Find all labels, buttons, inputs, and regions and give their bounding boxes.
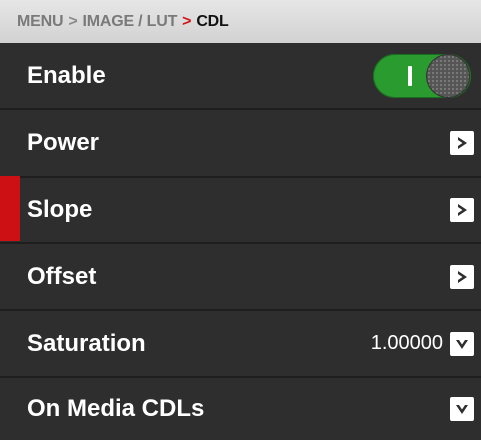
enable-toggle[interactable] — [373, 54, 471, 98]
row-label-slope: Slope — [27, 196, 93, 223]
selection-marker — [0, 176, 20, 241]
toggle-on-indicator — [408, 66, 412, 86]
menu-row-power[interactable]: Power — [0, 110, 481, 176]
saturation-value: 1.00000 — [370, 332, 443, 354]
breadcrumb-separator: > — [68, 12, 78, 30]
toggle-knob[interactable] — [427, 55, 469, 97]
row-label-saturation: Saturation — [27, 329, 146, 357]
breadcrumb-image-lut[interactable]: IMAGE / LUT — [82, 13, 177, 31]
row-label-on-media-cdls: On Media CDLs — [27, 395, 205, 422]
menu-row-saturation[interactable]: Saturation 1.00000 — [0, 311, 481, 376]
slope-arrow-right-icon[interactable] — [450, 198, 474, 222]
row-label-power: Power — [27, 129, 100, 156]
row-label-enable: Enable — [27, 61, 106, 89]
on-media-cdls-arrow-down-icon[interactable] — [450, 397, 474, 421]
breadcrumb-separator-active: > — [182, 12, 192, 30]
saturation-arrow-down-icon[interactable] — [450, 331, 474, 356]
row-label-offset: Offset — [27, 262, 97, 290]
menu-row-on-media-cdls[interactable]: On Media CDLs — [0, 378, 481, 440]
offset-arrow-right-icon[interactable] — [450, 264, 474, 289]
breadcrumb-menu[interactable]: MENU — [17, 13, 64, 31]
breadcrumb: MENU > IMAGE / LUT > CDL — [0, 0, 481, 43]
power-arrow-right-icon[interactable] — [450, 131, 474, 155]
breadcrumb-current: CDL — [196, 12, 229, 30]
menu-row-slope[interactable]: Slope — [0, 178, 481, 242]
menu-row-offset[interactable]: Offset — [0, 244, 481, 309]
